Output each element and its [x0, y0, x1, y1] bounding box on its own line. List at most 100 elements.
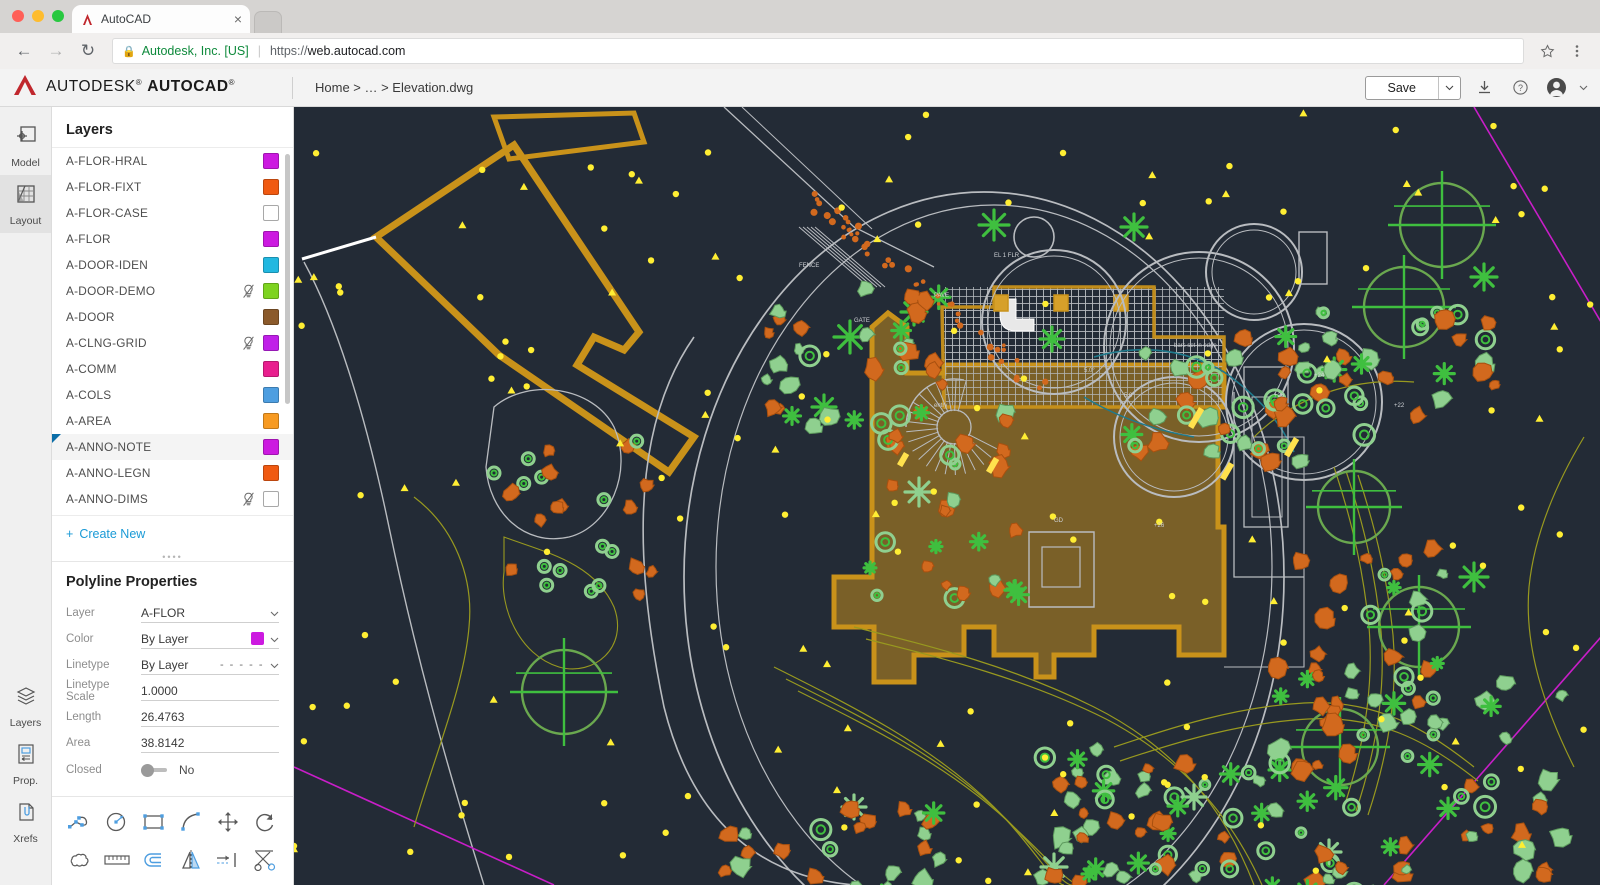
extend-tool[interactable]	[209, 849, 246, 871]
measure-tool[interactable]	[99, 849, 136, 871]
mirror-tool[interactable]	[172, 849, 209, 871]
property-value-text: 1.0000	[141, 683, 178, 698]
move-tool[interactable]	[209, 811, 246, 833]
layer-color-swatch[interactable]	[263, 205, 279, 221]
property-color-swatch[interactable]	[251, 632, 264, 646]
panel-resize-grip[interactable]: ••••	[52, 552, 293, 563]
back-arrow-icon[interactable]: ←	[10, 37, 38, 65]
property-label: Length	[66, 711, 102, 724]
layer-row[interactable]: A-ANNO-DIMS	[52, 486, 293, 512]
rail-label-layout: Layout	[9, 214, 42, 227]
layer-row[interactable]: A-COMM	[52, 356, 293, 382]
layer-color-swatch[interactable]	[263, 387, 279, 403]
property-value-color[interactable]: By Layer	[141, 629, 279, 650]
help-circle-icon[interactable]: ?	[1507, 75, 1533, 101]
layer-row[interactable]: A-ANNO-LEGN	[52, 460, 293, 486]
save-button[interactable]: Save	[1366, 77, 1439, 99]
property-row: Length 26.4763	[52, 704, 293, 730]
autocad-a-icon	[80, 12, 94, 26]
three-dot-menu-icon[interactable]	[1564, 38, 1590, 64]
property-value-length[interactable]: 26.4763	[141, 707, 279, 728]
close-window-button[interactable]	[12, 10, 24, 22]
layer-color-swatch[interactable]	[263, 413, 279, 429]
forward-arrow-icon[interactable]: →	[42, 37, 70, 65]
url-host: web.autocad.com	[307, 44, 406, 58]
layer-row[interactable]: A-DOOR-DEMO	[52, 278, 293, 304]
closed-toggle[interactable]	[141, 763, 167, 777]
url-divider: |	[257, 44, 261, 58]
rectangle-tool[interactable]	[136, 811, 173, 833]
offset-tool[interactable]	[136, 849, 173, 871]
reload-icon[interactable]: ↻	[74, 37, 102, 65]
property-value-text: By Layer	[141, 657, 189, 672]
rail-item-model[interactable]: Model	[0, 117, 51, 175]
arc-tool[interactable]	[172, 811, 209, 833]
rail-item-layers[interactable]: Layers	[0, 677, 51, 735]
layer-list[interactable]: A-FLOR-HRAL A-FLOR-FIXT A-FLOR-CASE A-FLOR A…	[52, 147, 293, 517]
layer-color-swatch[interactable]	[263, 439, 279, 455]
rail-item-layout[interactable]: Layout	[0, 175, 51, 233]
layer-color-swatch[interactable]	[263, 465, 279, 481]
rail-label-prop: Prop.	[12, 774, 39, 787]
chevron-down-icon[interactable]	[270, 606, 279, 620]
circle-tool[interactable]	[99, 811, 136, 833]
property-row: Area 38.8142	[52, 730, 293, 756]
chevron-down-icon[interactable]	[270, 658, 279, 672]
layer-color-swatch[interactable]	[263, 491, 279, 507]
property-value-linetype-scale[interactable]: 1.0000	[141, 681, 279, 702]
layer-row[interactable]: A-DOOR-IDEN	[52, 252, 293, 278]
minimize-window-button[interactable]	[32, 10, 44, 22]
trim-tool[interactable]	[246, 849, 283, 871]
layer-color-swatch[interactable]	[263, 257, 279, 273]
property-value-area[interactable]: 38.8142	[141, 733, 279, 754]
create-new-layer-button[interactable]: + Create New	[52, 516, 293, 552]
layer-color-swatch[interactable]	[263, 283, 279, 299]
rail-item-prop[interactable]: Prop.	[0, 735, 51, 793]
layer-row[interactable]: A-ANNO-NOTE	[52, 434, 293, 460]
bulb-off-icon[interactable]	[239, 491, 257, 507]
layer-row[interactable]: A-CLNG-GRID	[52, 330, 293, 356]
chevron-down-icon[interactable]	[270, 632, 279, 646]
bulb-off-icon[interactable]	[239, 283, 257, 299]
polyline-tool[interactable]	[62, 811, 99, 833]
url-scheme: https://	[269, 44, 308, 58]
layer-row[interactable]: A-FLOR-CASE	[52, 200, 293, 226]
property-value-linetype[interactable]: By Layer - - - - -	[141, 655, 279, 676]
bulb-off-icon[interactable]	[239, 335, 257, 351]
browser-tab[interactable]: AutoCAD ×	[72, 5, 250, 33]
layer-color-swatch[interactable]	[263, 179, 279, 195]
revision-cloud-tool[interactable]	[62, 849, 99, 871]
properties-panel-icon	[14, 742, 38, 771]
new-tab-button[interactable]	[254, 11, 282, 33]
layer-color-swatch[interactable]	[263, 335, 279, 351]
rotate-tool[interactable]	[246, 811, 283, 833]
property-value-layer[interactable]: A-FLOR	[141, 603, 279, 624]
svg-text:PAVE: PAVE	[934, 293, 949, 299]
layer-row[interactable]: A-DOOR	[52, 304, 293, 330]
layer-color-swatch[interactable]	[263, 153, 279, 169]
layer-row[interactable]: A-COLS	[52, 382, 293, 408]
maximize-window-button[interactable]	[52, 10, 64, 22]
star-icon[interactable]	[1534, 38, 1560, 64]
url-input[interactable]: 🔒 Autodesk, Inc. [US] | https://web.auto…	[112, 38, 1524, 64]
svg-text:+24: +24	[1314, 373, 1325, 379]
breadcrumb[interactable]: Home > … > Elevation.dwg	[315, 80, 1365, 95]
save-dropdown-chevron-down-icon[interactable]	[1438, 76, 1460, 99]
layer-row[interactable]: A-FLOR	[52, 226, 293, 252]
rail-item-xrefs[interactable]: Xrefs	[0, 793, 51, 851]
layer-name: A-DOOR-DEMO	[66, 284, 156, 298]
layer-row[interactable]: A-FLOR-FIXT	[52, 174, 293, 200]
layer-color-swatch[interactable]	[263, 361, 279, 377]
user-avatar-icon[interactable]	[1543, 75, 1569, 101]
closed-property-row: Closed No	[52, 756, 293, 784]
layer-list-scrollbar[interactable]	[285, 154, 290, 404]
drawing-canvas[interactable]: FENCE GATE PAVE EL 1 FLR 5.0° 5.0° entry bars s…	[294, 107, 1600, 885]
layer-row[interactable]: A-AREA	[52, 408, 293, 434]
brand-autodesk: AUTODESK	[46, 78, 136, 96]
download-icon[interactable]	[1471, 75, 1497, 101]
tab-close-icon[interactable]: ×	[234, 12, 242, 26]
account-chevron-down-icon[interactable]	[1579, 83, 1588, 93]
layer-color-swatch[interactable]	[263, 231, 279, 247]
layer-row[interactable]: A-FLOR-HRAL	[52, 148, 293, 174]
layer-color-swatch[interactable]	[263, 309, 279, 325]
